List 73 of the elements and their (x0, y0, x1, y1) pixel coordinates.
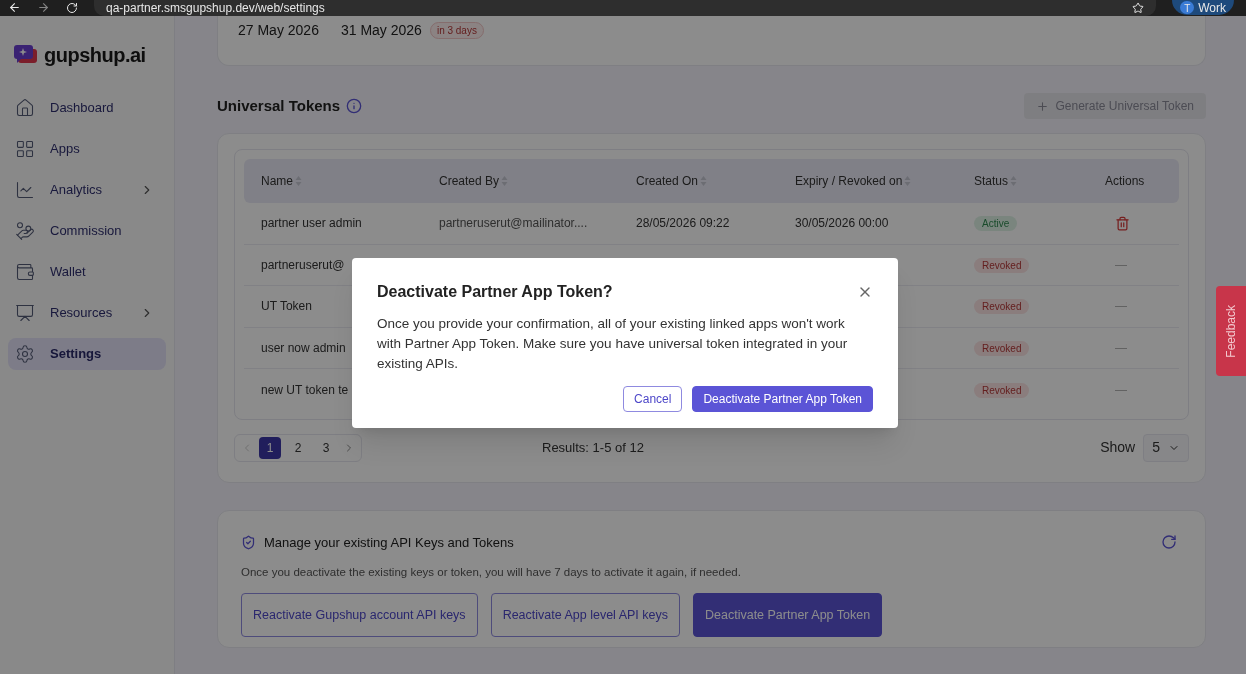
hand-coins-icon (15, 221, 35, 241)
manage-title: Manage your existing API Keys and Tokens (264, 533, 514, 552)
page-button[interactable]: 1 (259, 436, 281, 459)
table-cell: partneruserut@mailinator.... (439, 216, 588, 231)
confirm-button[interactable]: Deactivate Partner App Token (692, 386, 873, 412)
empty-action: — (1115, 257, 1127, 272)
dialog-title: Deactivate Partner App Token? (377, 282, 613, 302)
profile-avatar: T (1180, 1, 1195, 14)
refresh-icon[interactable] (1161, 534, 1177, 551)
logo-icon (14, 45, 38, 65)
reload-icon[interactable] (66, 2, 78, 14)
table-cell: partner user admin (261, 216, 362, 231)
status-badge: Active (974, 216, 1018, 232)
section-title: Universal Tokens (217, 95, 341, 116)
column-header: Expiry / Revoked on (795, 173, 903, 190)
back-icon[interactable] (8, 1, 21, 14)
page-size-select[interactable]: 5 (1143, 433, 1189, 462)
sidebar-item[interactable]: Resources (8, 297, 166, 329)
status-badge: Revoked (974, 340, 1030, 356)
reactivate-button[interactable]: Reactivate Gupshup account API keys (241, 593, 478, 638)
deactivate-button[interactable]: Deactivate Partner App Token (693, 593, 883, 638)
bookmark-icon[interactable] (1132, 2, 1145, 14)
show-label: Show (1100, 438, 1136, 457)
column-header: Actions (1105, 173, 1145, 190)
reactivate-button[interactable]: Reactivate App level API keys (490, 593, 680, 638)
table-cell: 28/05/2026 09:22 (636, 216, 730, 231)
feedback-tab[interactable]: Feedback (1216, 286, 1246, 376)
table-cell: partneruserut@ (261, 257, 345, 272)
date-text: 31 May 2026 (340, 21, 422, 40)
profile-chip[interactable]: T Work (1172, 0, 1234, 15)
page-button[interactable]: 2 (287, 436, 309, 459)
results-text: Results: 1-5 of 12 (542, 438, 644, 457)
column-header: Status (974, 173, 1009, 190)
column-header: Created By (439, 173, 500, 190)
shield-check-icon (241, 534, 256, 550)
wallet-icon (15, 262, 35, 282)
column-header: Created On (636, 173, 699, 190)
empty-action: — (1115, 382, 1127, 397)
chart-icon (15, 180, 35, 200)
table-cell: user now admin (261, 340, 346, 355)
date-text: 27 May 2026 (238, 21, 319, 40)
settings-icon (15, 344, 35, 364)
empty-action: — (1115, 299, 1127, 314)
info-icon[interactable] (346, 98, 363, 114)
table-cell: UT Token (261, 299, 312, 314)
table-cell: new UT token te (261, 382, 349, 397)
empty-action: — (1115, 340, 1127, 355)
logo-text: gupshup.ai (44, 43, 146, 68)
sidebar-item[interactable]: Settings (8, 338, 166, 370)
grid-icon (15, 139, 35, 159)
address-bar[interactable]: qa-partner.smsgupshup.dev/web/settings (94, 0, 1157, 16)
page-button[interactable]: 3 (315, 436, 337, 459)
status-badge: Revoked (974, 257, 1030, 273)
sidebar-item[interactable]: Dashboard (8, 92, 166, 124)
status-badge: Revoked (974, 299, 1030, 315)
dialog-message: Once you provide your confirmation, all of your existing linked apps won't work with Partner App Token. Make sure you have universal token integrated in your existing APIs. (377, 315, 849, 373)
expiry-badge: in 3 days (429, 22, 484, 39)
sidebar-item[interactable]: Apps (8, 133, 166, 165)
cancel-button[interactable]: Cancel (623, 386, 683, 412)
plus-icon (1036, 99, 1050, 113)
home-icon (15, 98, 35, 118)
sidebar-item[interactable]: Wallet (8, 256, 166, 288)
url-text: qa-partner.smsgupshup.dev/web/settings (106, 2, 325, 14)
table-cell: 30/05/2026 00:00 (795, 216, 889, 231)
sidebar-item[interactable]: Analytics (8, 174, 166, 206)
feedback-label: Feedback (1223, 304, 1239, 358)
profile-name: Work (1198, 2, 1226, 14)
delete-icon[interactable] (1115, 215, 1130, 231)
column-header: Name (261, 173, 293, 190)
status-badge: Revoked (974, 382, 1030, 398)
presentation-icon (15, 303, 35, 323)
manage-description: Once you deactivate the existing keys or token, you will have 7 days to activate it again, if needed. (241, 565, 742, 580)
sidebar-item[interactable]: Commission (8, 215, 166, 247)
